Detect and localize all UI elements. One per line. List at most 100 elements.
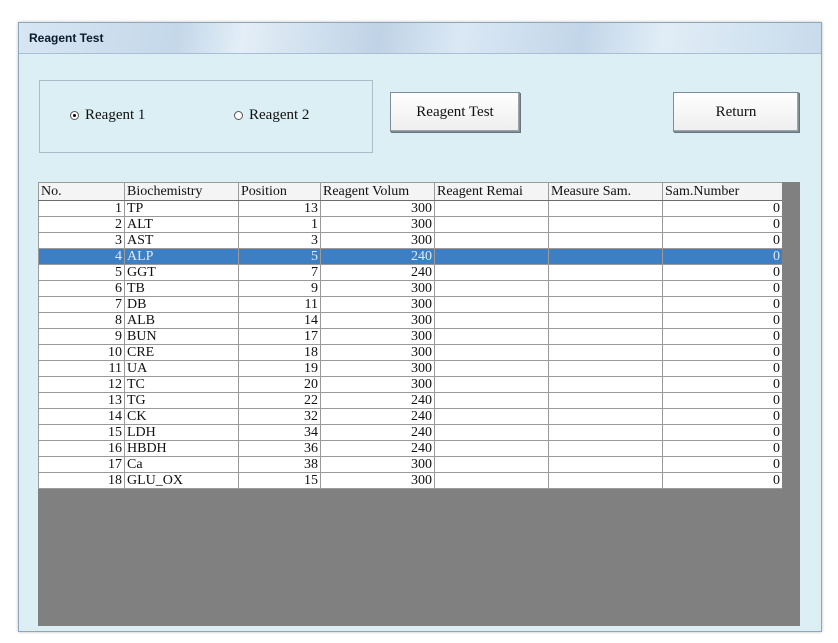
- cell-no[interactable]: 1: [38, 200, 125, 217]
- cell-sam-number[interactable]: 0: [662, 408, 783, 425]
- cell-reagent-remain[interactable]: [434, 296, 549, 313]
- cell-position[interactable]: 32: [238, 408, 321, 425]
- cell-sam-number[interactable]: 0: [662, 264, 783, 281]
- column-header-sam-number[interactable]: Sam.Number: [662, 182, 783, 201]
- cell-no[interactable]: 14: [38, 408, 125, 425]
- column-header-position[interactable]: Position: [238, 182, 321, 201]
- cell-reagent-volume[interactable]: 240: [320, 424, 435, 441]
- cell-reagent-volume[interactable]: 240: [320, 408, 435, 425]
- cell-biochemistry[interactable]: TP: [124, 200, 239, 217]
- cell-sam-number[interactable]: 0: [662, 472, 783, 489]
- cell-sam-number[interactable]: 0: [662, 280, 783, 297]
- table-row[interactable]: 9 BUN 17 300 0: [38, 328, 783, 345]
- table-row[interactable]: 18 GLU_OX 15 300 0: [38, 472, 783, 489]
- cell-measure-sam[interactable]: [548, 328, 663, 345]
- cell-measure-sam[interactable]: [548, 200, 663, 217]
- cell-sam-number[interactable]: 0: [662, 296, 783, 313]
- table-row[interactable]: 13 TG 22 240 0: [38, 392, 783, 409]
- cell-sam-number[interactable]: 0: [662, 200, 783, 217]
- cell-no[interactable]: 3: [38, 232, 125, 249]
- cell-measure-sam[interactable]: [548, 360, 663, 377]
- cell-reagent-remain[interactable]: [434, 216, 549, 233]
- cell-position[interactable]: 1: [238, 216, 321, 233]
- table-row[interactable]: 11 UA 19 300 0: [38, 360, 783, 377]
- cell-position[interactable]: 38: [238, 456, 321, 473]
- cell-position[interactable]: 14: [238, 312, 321, 329]
- cell-reagent-volume[interactable]: 300: [320, 312, 435, 329]
- cell-no[interactable]: 5: [38, 264, 125, 281]
- cell-no[interactable]: 4: [38, 248, 125, 265]
- cell-reagent-remain[interactable]: [434, 312, 549, 329]
- table-row[interactable]: 5 GGT 7 240 0: [38, 264, 783, 281]
- cell-no[interactable]: 8: [38, 312, 125, 329]
- cell-no[interactable]: 13: [38, 392, 125, 409]
- cell-measure-sam[interactable]: [548, 472, 663, 489]
- cell-reagent-remain[interactable]: [434, 456, 549, 473]
- cell-measure-sam[interactable]: [548, 216, 663, 233]
- table-row[interactable]: 6 TB 9 300 0: [38, 280, 783, 297]
- cell-biochemistry[interactable]: Ca: [124, 456, 239, 473]
- cell-position[interactable]: 34: [238, 424, 321, 441]
- cell-measure-sam[interactable]: [548, 408, 663, 425]
- cell-reagent-volume[interactable]: 300: [320, 472, 435, 489]
- table-row[interactable]: 8 ALB 14 300 0: [38, 312, 783, 329]
- cell-measure-sam[interactable]: [548, 248, 663, 265]
- cell-biochemistry[interactable]: TB: [124, 280, 239, 297]
- cell-reagent-remain[interactable]: [434, 392, 549, 409]
- cell-reagent-remain[interactable]: [434, 424, 549, 441]
- cell-no[interactable]: 6: [38, 280, 125, 297]
- cell-biochemistry[interactable]: HBDH: [124, 440, 239, 457]
- cell-sam-number[interactable]: 0: [662, 328, 783, 345]
- cell-reagent-remain[interactable]: [434, 360, 549, 377]
- cell-position[interactable]: 7: [238, 264, 321, 281]
- table-row[interactable]: 12 TC 20 300 0: [38, 376, 783, 393]
- cell-position[interactable]: 17: [238, 328, 321, 345]
- cell-biochemistry[interactable]: LDH: [124, 424, 239, 441]
- cell-sam-number[interactable]: 0: [662, 216, 783, 233]
- cell-sam-number[interactable]: 0: [662, 392, 783, 409]
- cell-position[interactable]: 15: [238, 472, 321, 489]
- cell-no[interactable]: 16: [38, 440, 125, 457]
- cell-measure-sam[interactable]: [548, 392, 663, 409]
- cell-reagent-volume[interactable]: 300: [320, 280, 435, 297]
- cell-sam-number[interactable]: 0: [662, 456, 783, 473]
- cell-reagent-remain[interactable]: [434, 264, 549, 281]
- cell-biochemistry[interactable]: TC: [124, 376, 239, 393]
- cell-biochemistry[interactable]: TG: [124, 392, 239, 409]
- cell-position[interactable]: 9: [238, 280, 321, 297]
- cell-sam-number[interactable]: 0: [662, 424, 783, 441]
- cell-measure-sam[interactable]: [548, 424, 663, 441]
- table-row[interactable]: 15 LDH 34 240 0: [38, 424, 783, 441]
- cell-reagent-volume[interactable]: 240: [320, 440, 435, 457]
- cell-reagent-volume[interactable]: 300: [320, 200, 435, 217]
- cell-position[interactable]: 19: [238, 360, 321, 377]
- cell-biochemistry[interactable]: DB: [124, 296, 239, 313]
- cell-reagent-remain[interactable]: [434, 408, 549, 425]
- cell-measure-sam[interactable]: [548, 440, 663, 457]
- cell-sam-number[interactable]: 0: [662, 312, 783, 329]
- cell-biochemistry[interactable]: AST: [124, 232, 239, 249]
- cell-position[interactable]: 22: [238, 392, 321, 409]
- cell-biochemistry[interactable]: GLU_OX: [124, 472, 239, 489]
- cell-reagent-volume[interactable]: 300: [320, 344, 435, 361]
- table-row[interactable]: 14 CK 32 240 0: [38, 408, 783, 425]
- cell-biochemistry[interactable]: GGT: [124, 264, 239, 281]
- title-bar[interactable]: Reagent Test: [19, 23, 821, 54]
- cell-sam-number[interactable]: 0: [662, 360, 783, 377]
- column-header-reagent-remain[interactable]: Reagent Remai: [434, 182, 549, 201]
- table-row[interactable]: 4 ALP 5 240 0: [38, 248, 783, 265]
- cell-reagent-remain[interactable]: [434, 232, 549, 249]
- cell-measure-sam[interactable]: [548, 264, 663, 281]
- cell-sam-number[interactable]: 0: [662, 440, 783, 457]
- cell-no[interactable]: 10: [38, 344, 125, 361]
- table-row[interactable]: 2 ALT 1 300 0: [38, 216, 783, 233]
- cell-measure-sam[interactable]: [548, 232, 663, 249]
- column-header-reagent-volume[interactable]: Reagent Volum: [320, 182, 435, 201]
- cell-reagent-volume[interactable]: 240: [320, 248, 435, 265]
- table-row[interactable]: 1 TP 13 300 0: [38, 200, 783, 217]
- cell-no[interactable]: 17: [38, 456, 125, 473]
- cell-no[interactable]: 7: [38, 296, 125, 313]
- cell-position[interactable]: 5: [238, 248, 321, 265]
- cell-reagent-volume[interactable]: 300: [320, 296, 435, 313]
- cell-sam-number[interactable]: 0: [662, 344, 783, 361]
